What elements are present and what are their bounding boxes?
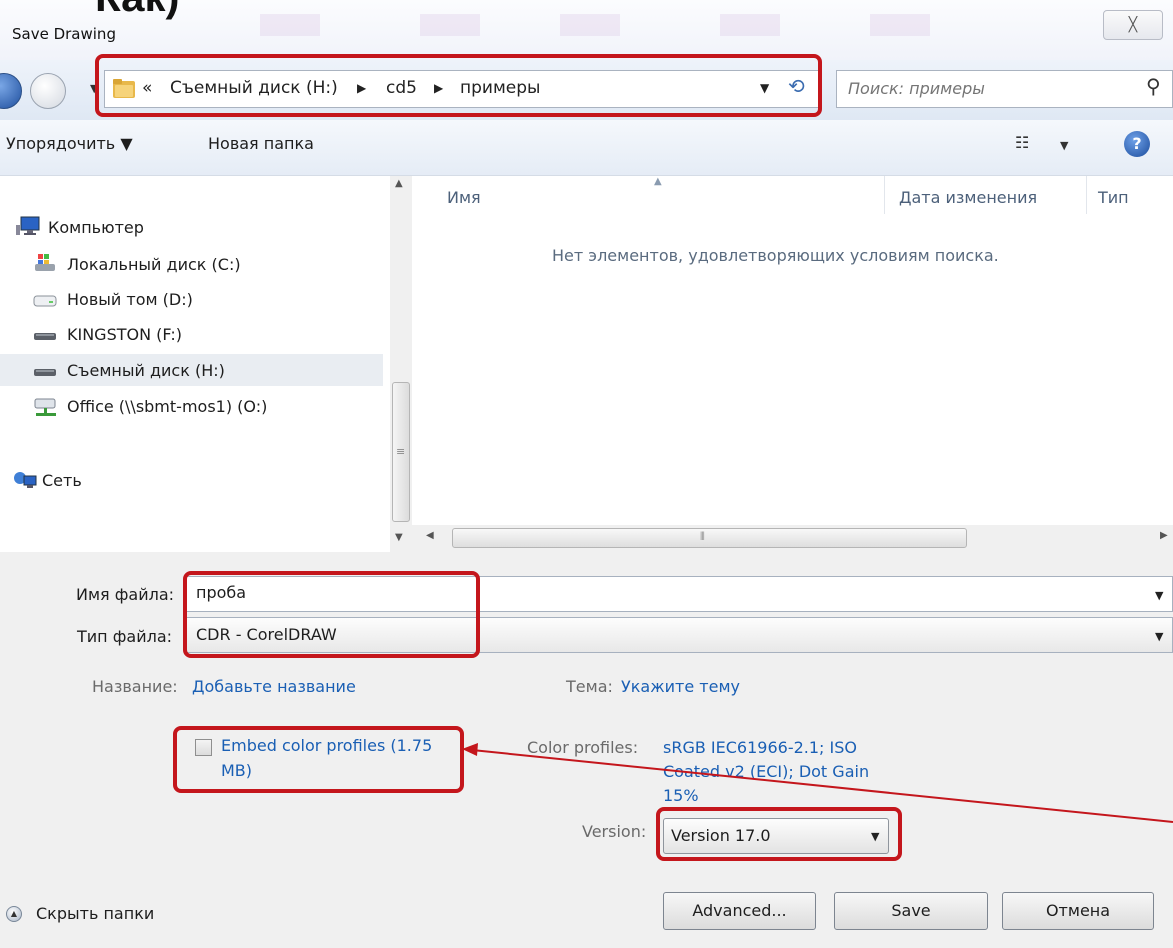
windows-drive-icon (35, 254, 55, 271)
title-bar-decoration (720, 14, 780, 36)
search-input[interactable] (848, 79, 1128, 98)
color-profiles-value: sRGB IEC61966-2.1; ISO (663, 738, 857, 757)
help-icon[interactable]: ? (1124, 131, 1150, 157)
view-options-icon[interactable]: ☷ (1015, 133, 1029, 152)
command-toolbar (0, 120, 1173, 176)
nav-item-drive-c[interactable]: Локальный диск (C:) (67, 255, 241, 274)
title-bar-decoration (420, 14, 480, 36)
highlight-filename-filetype (183, 571, 480, 658)
forward-button[interactable] (30, 73, 66, 109)
usb-drive-icon (34, 369, 56, 376)
scroll-left-arrow-icon[interactable]: ◀ (426, 530, 434, 541)
save-button[interactable]: Save (834, 892, 988, 930)
hide-folders-button[interactable]: Скрыть папки (36, 904, 154, 923)
column-header-type[interactable]: Тип (1098, 188, 1129, 207)
highlight-embed-profiles (173, 726, 464, 793)
nav-item-drive-h[interactable]: Съемный диск (H:) (67, 361, 225, 380)
sort-ascending-icon: ▲ (654, 176, 662, 187)
filetype-label: Тип файла: (77, 627, 173, 646)
nav-item-drive-d[interactable]: Новый том (D:) (67, 290, 193, 309)
close-button[interactable]: ╳ (1103, 10, 1163, 40)
title-meta-label: Название: (92, 677, 178, 696)
computer-icon (16, 216, 40, 235)
scroll-right-arrow-icon[interactable]: ▶ (1160, 530, 1168, 541)
empty-results-message: Нет элементов, удовлетворяющих условиям … (552, 246, 999, 265)
filetype-dropdown-icon[interactable]: ▼ (1155, 630, 1163, 643)
slide-heading: Как) (95, 0, 180, 22)
title-bar-decoration (560, 14, 620, 36)
title-meta-link[interactable]: Добавьте название (192, 677, 356, 696)
advanced-button[interactable]: Advanced... (663, 892, 816, 930)
view-options-dropdown-icon[interactable]: ▼ (1060, 139, 1068, 152)
nav-item-network[interactable]: Сеть (42, 471, 82, 490)
version-label: Version: (582, 822, 647, 841)
organize-button[interactable]: Упорядочить ▼ (6, 134, 133, 153)
filename-dropdown-icon[interactable]: ▼ (1155, 589, 1163, 602)
column-divider[interactable] (1086, 176, 1087, 214)
subject-meta-label: Тема: (566, 677, 613, 696)
scroll-down-arrow-icon[interactable]: ▼ (395, 532, 403, 543)
title-bar-decoration (870, 14, 930, 36)
nav-item-computer[interactable]: Компьютер (48, 218, 144, 237)
color-profiles-value: Coated v2 (ECI); Dot Gain (663, 762, 870, 781)
new-folder-button[interactable]: Новая папка (208, 134, 314, 153)
cancel-button[interactable]: Отмена (1002, 892, 1154, 930)
nav-item-office-share[interactable]: Office (\\sbmt-mos1) (O:) (67, 397, 267, 416)
scroll-grip-icon: ≡ (396, 445, 406, 458)
network-drive-icon (34, 398, 56, 416)
magnifier-icon[interactable]: ⚲ (1146, 74, 1161, 98)
title-bar-decoration (260, 14, 320, 36)
nav-item-kingston[interactable]: KINGSTON (F:) (67, 325, 182, 344)
highlight-version-select (656, 807, 902, 861)
color-profiles-label: Color profiles: (527, 738, 639, 757)
collapse-folders-icon[interactable]: ▲ (6, 906, 22, 922)
usb-drive-icon (34, 333, 56, 340)
subject-meta-link[interactable]: Укажите тему (621, 677, 740, 696)
highlight-address-bar (95, 54, 822, 117)
network-icon (14, 472, 37, 488)
window-title: Save Drawing (12, 25, 116, 43)
scroll-up-arrow-icon[interactable]: ▲ (395, 178, 403, 189)
drive-icon (33, 295, 57, 307)
column-header-name[interactable]: Имя (447, 188, 481, 207)
color-profiles-value: 15% (663, 786, 699, 805)
column-header-date-modified[interactable]: Дата изменения (899, 188, 1037, 207)
filename-label: Имя файла: (76, 585, 175, 604)
file-list-scroll-thumb[interactable] (452, 528, 967, 548)
scroll-grip-icon: ⦀ (700, 530, 705, 543)
column-divider[interactable] (884, 176, 885, 214)
